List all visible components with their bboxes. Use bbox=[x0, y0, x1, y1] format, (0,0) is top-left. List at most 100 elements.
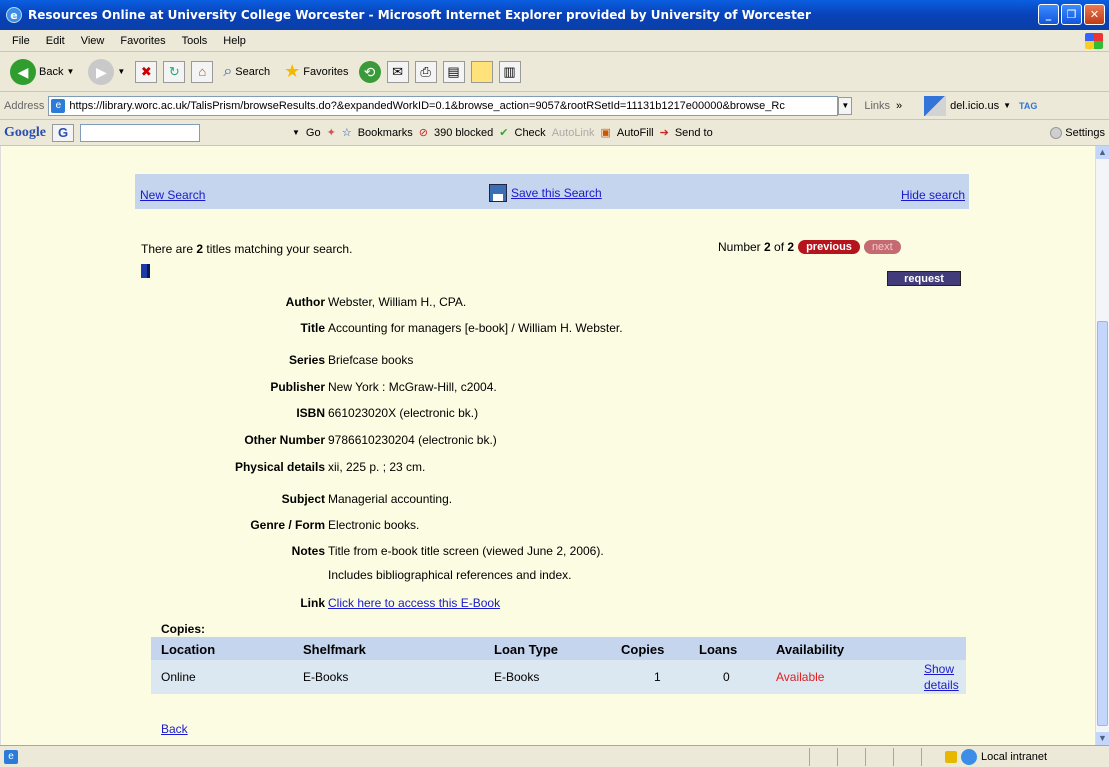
autofill-icon: ▣ bbox=[600, 127, 611, 139]
field-title: Title Accounting for managers [e-book] / … bbox=[300, 321, 623, 335]
minimize-button[interactable]: _ bbox=[1038, 4, 1059, 25]
spellcheck-icon: ✔ bbox=[499, 127, 509, 139]
google-logo[interactable]: Google bbox=[4, 125, 46, 141]
intranet-icon bbox=[961, 748, 977, 765]
go-button[interactable]: Go bbox=[306, 127, 321, 139]
hide-search-link[interactable]: Hide search bbox=[901, 188, 965, 202]
scroll-up-icon[interactable]: ▲ bbox=[1096, 146, 1109, 159]
menu-tools[interactable]: Tools bbox=[182, 35, 208, 47]
cell-shelfmark: E-Books bbox=[303, 670, 349, 684]
col-availability: Availability bbox=[776, 642, 845, 657]
search-dropdown-icon[interactable]: ▼ bbox=[292, 128, 300, 137]
delicious-icon bbox=[924, 95, 947, 116]
menu-help[interactable]: Help bbox=[223, 35, 246, 47]
back-button[interactable]: ◀ Back ▼ bbox=[6, 57, 78, 87]
back-link[interactable]: Back bbox=[161, 722, 188, 736]
lock-icon bbox=[945, 750, 957, 763]
tag-button[interactable]: TAG bbox=[1019, 101, 1037, 111]
menu-edit[interactable]: Edit bbox=[46, 35, 65, 47]
mail-icon[interactable]: ✉ bbox=[386, 60, 409, 83]
standard-toolbar: ◀ Back ▼ ▶ ▼ ✖ ↻ ⌂ ⌕ Search ★ Favorites ⟲ … bbox=[0, 52, 1109, 92]
google-toolbar: Google G ▼ Go ✦ ☆ Bookmarks ⊘ 390 blocke… bbox=[0, 120, 1109, 146]
chevron-right-icon[interactable]: » bbox=[896, 100, 902, 112]
scroll-down-icon[interactable]: ▼ bbox=[1096, 732, 1109, 745]
maximize-button[interactable]: ❐ bbox=[1061, 4, 1082, 25]
bookmarks-menu[interactable]: Bookmarks bbox=[358, 127, 413, 139]
search-button[interactable]: ⌕ Search bbox=[219, 61, 274, 83]
address-bar: Address e https://library.worc.ac.uk/Tal… bbox=[0, 92, 1109, 120]
copies-heading: Copies: bbox=[161, 622, 206, 636]
menu-favorites[interactable]: Favorites bbox=[120, 35, 165, 47]
cell-loan-type: E-Books bbox=[494, 670, 540, 684]
autofill-button[interactable]: AutoFill bbox=[617, 127, 654, 139]
search-icon: ⌕ bbox=[223, 62, 233, 80]
address-dropdown-icon[interactable]: ▼ bbox=[838, 96, 853, 115]
research-icon[interactable]: ▥ bbox=[498, 60, 521, 83]
refresh-icon[interactable]: ↻ bbox=[163, 60, 186, 83]
window-title-bar[interactable]: e Resources Online at University College… bbox=[0, 0, 1109, 30]
field-other-number: Other Number 9786610230204 (electronic bk… bbox=[244, 433, 497, 447]
page-status-icon: e bbox=[4, 749, 18, 764]
sendto-button[interactable]: Send to bbox=[675, 127, 713, 139]
favorites-button[interactable]: ★ Favorites bbox=[280, 59, 352, 84]
back-arrow-icon: ◀ bbox=[10, 58, 36, 85]
settings-button[interactable]: Settings bbox=[1050, 126, 1105, 139]
vertical-scrollbar[interactable]: ▲ ▼ bbox=[1096, 146, 1109, 745]
status-bar: e Local intranet bbox=[0, 745, 1109, 767]
autolink-button[interactable]: AutoLink bbox=[552, 127, 595, 139]
stop-icon[interactable]: ✖ bbox=[135, 60, 158, 83]
field-genre-form: Genre / Form Electronic books. bbox=[250, 518, 420, 532]
window-title: Resources Online at University College W… bbox=[28, 8, 811, 22]
address-input[interactable]: e https://library.worc.ac.uk/TalisPrism/… bbox=[48, 95, 839, 116]
table-row: Online E-Books E-Books 1 0 Available Sho… bbox=[151, 660, 966, 694]
request-button[interactable]: request bbox=[887, 271, 961, 286]
field-series: Series Briefcase books bbox=[288, 353, 414, 367]
windows-logo-icon bbox=[1085, 33, 1103, 49]
field-subject: Subject Managerial accounting. bbox=[281, 492, 453, 506]
show-details-link[interactable]: Show details bbox=[924, 661, 959, 693]
col-shelfmark: Shelfmark bbox=[303, 642, 366, 657]
floppy-disk-icon bbox=[489, 184, 507, 202]
field-author: Author Webster, William H., CPA. bbox=[285, 295, 467, 309]
new-search-link[interactable]: New Search bbox=[140, 188, 205, 202]
page-viewport: New Search Save this Search Hide search … bbox=[0, 146, 1096, 745]
print-icon[interactable]: ⎙ bbox=[414, 60, 437, 83]
popup-blocker-icon: ⊘ bbox=[418, 127, 428, 139]
google-search-input[interactable] bbox=[80, 123, 200, 142]
delicious-button[interactable]: del.icio.us bbox=[950, 100, 999, 112]
google-menu-icon[interactable]: G bbox=[52, 123, 74, 142]
ebook-icon bbox=[141, 264, 150, 278]
history-icon[interactable]: ⟲ bbox=[358, 60, 381, 83]
close-button[interactable]: ✕ bbox=[1084, 4, 1105, 25]
previous-button[interactable]: previous bbox=[798, 240, 860, 254]
col-loans: Loans bbox=[699, 642, 738, 657]
scroll-thumb[interactable] bbox=[1097, 321, 1108, 726]
check-button[interactable]: Check bbox=[515, 127, 546, 139]
home-icon[interactable]: ⌂ bbox=[191, 60, 214, 83]
col-location: Location bbox=[161, 642, 216, 657]
field-link: Link Click here to access this E-Book bbox=[300, 596, 501, 610]
next-button[interactable]: next bbox=[863, 240, 901, 254]
cell-copies: 1 bbox=[654, 670, 661, 684]
field-physical-details: Physical details xii, 225 p. ; 23 cm. bbox=[234, 460, 426, 474]
edit-icon[interactable]: ▤ bbox=[442, 60, 465, 83]
copies-header-row: Location Shelfmark Loan Type Copies Loan… bbox=[151, 637, 966, 660]
menu-file[interactable]: File bbox=[12, 35, 30, 47]
news-icon[interactable]: ✦ bbox=[327, 126, 336, 139]
links-label[interactable]: Links bbox=[864, 100, 890, 112]
address-label: Address bbox=[4, 99, 45, 112]
save-search-link[interactable]: Save this Search bbox=[489, 184, 602, 202]
note-icon[interactable] bbox=[470, 60, 493, 83]
copies-table: Location Shelfmark Loan Type Copies Loan… bbox=[151, 637, 966, 694]
cell-loans: 0 bbox=[723, 670, 730, 684]
ebook-access-link[interactable]: Click here to access this E-Book bbox=[328, 596, 500, 610]
results-count: There are 2 titles matching your search. bbox=[141, 242, 353, 256]
settings-icon bbox=[1050, 126, 1063, 139]
field-notes-continued: Includes bibliographical references and … bbox=[328, 568, 572, 582]
blocked-count[interactable]: 390 blocked bbox=[434, 127, 493, 139]
menu-view[interactable]: View bbox=[81, 35, 105, 47]
cell-location: Online bbox=[161, 670, 196, 684]
star-icon: ★ bbox=[284, 61, 301, 81]
search-options-bar: New Search Save this Search Hide search bbox=[135, 174, 969, 209]
forward-button[interactable]: ▶ ▼ bbox=[84, 57, 129, 87]
